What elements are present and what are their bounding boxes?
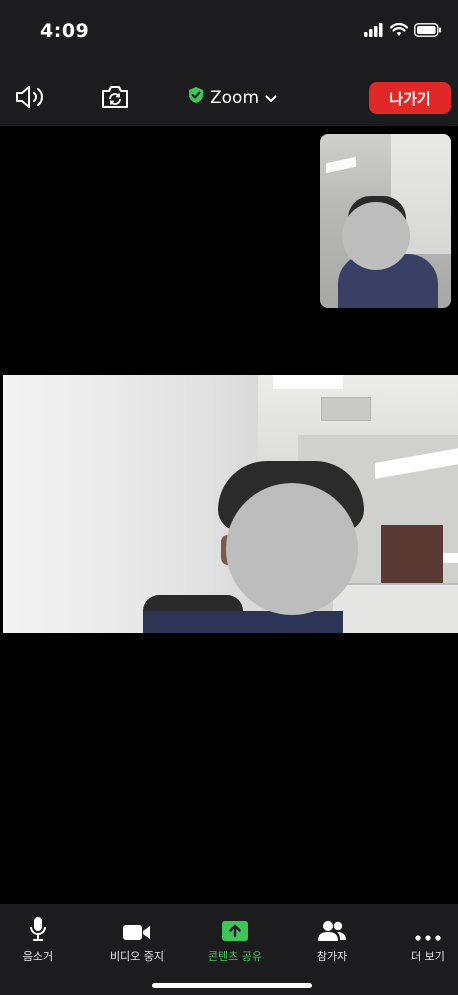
- tab-label: 비디오 중지: [109, 950, 165, 963]
- meeting-top-bar: Zoom 나가기: [0, 62, 458, 126]
- stop-video-button[interactable]: 비디오 중지: [92, 916, 182, 964]
- status-icons: [364, 22, 442, 41]
- mute-button[interactable]: 음소거: [0, 916, 83, 964]
- self-video-thumbnail[interactable]: [320, 134, 451, 308]
- cellular-signal-icon: [364, 22, 384, 41]
- more-button[interactable]: 더 보기: [383, 916, 458, 964]
- participants-button[interactable]: 참가자: [287, 916, 377, 964]
- switch-camera-button[interactable]: [100, 84, 130, 110]
- status-time: 4:09: [40, 20, 90, 42]
- home-indicator[interactable]: [152, 983, 312, 988]
- tab-label: 음소거: [22, 950, 54, 963]
- leave-button[interactable]: 나가기: [369, 82, 451, 114]
- more-dots-icon: [415, 916, 441, 942]
- face-blur-circle: [226, 483, 358, 615]
- participants-icon: [317, 916, 347, 942]
- microphone-icon: [29, 916, 47, 942]
- speaker-button[interactable]: [14, 84, 48, 110]
- ceiling-light: [326, 156, 356, 174]
- participant-shirt: [143, 611, 343, 633]
- tab-label: 콘텐츠 공유: [207, 950, 263, 963]
- ceiling-light: [273, 375, 343, 389]
- meeting-info-dropdown[interactable]: Zoom: [188, 86, 277, 109]
- meeting-toolbar: 음소거 비디오 중지 콘텐츠 공유 참가자 더 보기: [0, 904, 458, 995]
- share-upload-icon: [221, 916, 249, 942]
- status-bar: 4:09: [0, 0, 458, 62]
- tab-label: 더 보기: [411, 950, 445, 963]
- battery-icon: [414, 22, 442, 41]
- face-blur-circle: [342, 202, 410, 270]
- wifi-icon: [389, 22, 409, 41]
- speaker-icon: [14, 86, 48, 114]
- tab-label: 참가자: [316, 950, 348, 963]
- share-content-button[interactable]: 콘텐츠 공유: [190, 916, 280, 964]
- office-partition: [333, 583, 458, 633]
- camera-flip-icon: [100, 86, 130, 114]
- video-camera-icon: [122, 916, 152, 942]
- chevron-down-icon: [265, 88, 277, 108]
- meeting-title: Zoom: [210, 87, 260, 108]
- ceiling-vent: [321, 397, 371, 421]
- shield-check-icon: [188, 86, 204, 109]
- active-speaker-video[interactable]: [3, 375, 458, 633]
